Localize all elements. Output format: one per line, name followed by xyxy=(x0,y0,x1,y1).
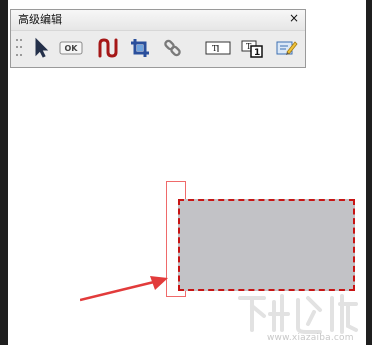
arrow-cursor-icon xyxy=(35,37,48,58)
watermark-logo-icon xyxy=(238,294,358,334)
numbered-text-tool-button[interactable]: T 1 xyxy=(239,36,267,60)
ok-button-icon: OK xyxy=(59,41,83,55)
svg-text:T: T xyxy=(212,44,218,53)
red-pointer-arrow xyxy=(80,276,168,302)
toolbar-title: 高级编辑 xyxy=(18,13,62,26)
selected-gray-rectangle[interactable] xyxy=(178,199,355,291)
toolbar-title-bar[interactable]: 高级编辑 × xyxy=(11,10,305,30)
text-field-tool-button[interactable]: T xyxy=(204,36,232,60)
toolbar-buttons: OK T T 1 xyxy=(11,30,305,67)
path-tool-button[interactable] xyxy=(95,36,120,60)
link-icon xyxy=(163,39,181,57)
select-tool-button[interactable] xyxy=(28,36,53,60)
watermark-logo xyxy=(236,292,362,336)
crop-tool-button[interactable] xyxy=(127,36,152,60)
window-left-border xyxy=(0,0,8,345)
close-icon[interactable]: × xyxy=(288,11,300,25)
svg-text:1: 1 xyxy=(254,48,260,58)
text-field-icon: T xyxy=(205,41,231,55)
numbered-text-icon: T 1 xyxy=(241,40,263,58)
svg-text:OK: OK xyxy=(65,44,79,53)
ok-tool-button[interactable]: OK xyxy=(58,36,84,60)
advanced-edit-toolbar: 高级编辑 × OK T T 1 xyxy=(10,9,306,68)
window-right-border xyxy=(366,0,372,345)
crop-icon xyxy=(130,39,149,57)
curvy-path-icon xyxy=(98,38,117,58)
toolbar-grip[interactable] xyxy=(16,39,22,59)
edit-tool-button[interactable] xyxy=(274,36,299,60)
watermark-domain: www.xiazaiba.com xyxy=(267,333,354,343)
link-tool-button[interactable] xyxy=(160,36,185,60)
edit-pencil-icon xyxy=(276,41,298,55)
